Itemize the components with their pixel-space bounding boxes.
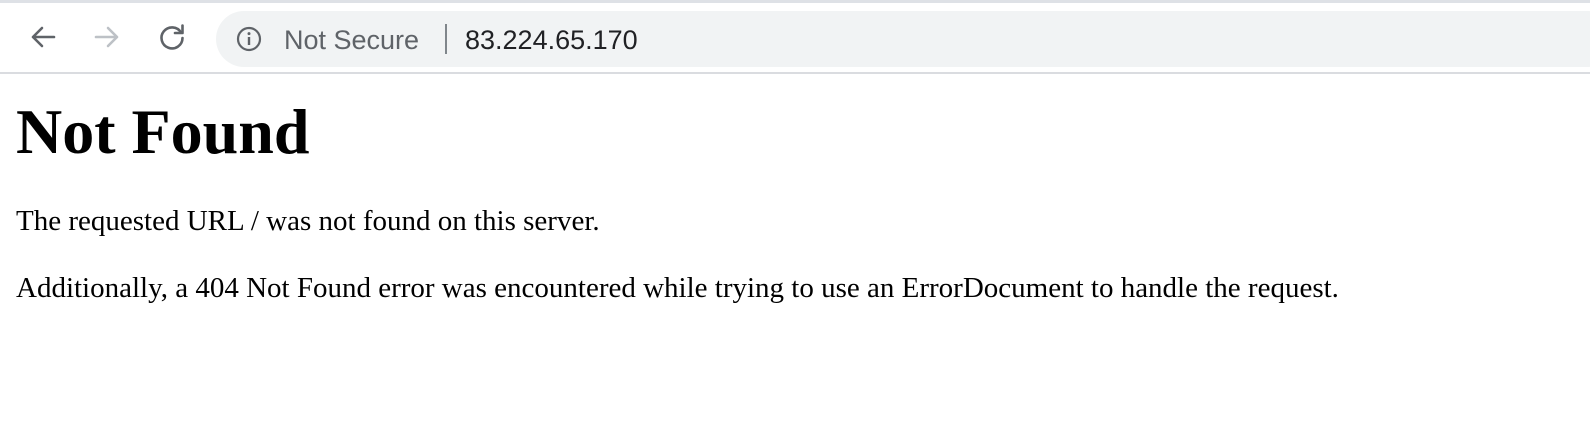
arrow-left-icon [31,26,56,48]
forward-button[interactable] [87,17,127,57]
reload-icon [160,24,184,50]
address-bar[interactable]: Not Secure 83.224.65.170 [216,11,1590,67]
omnibox-divider [445,24,447,54]
url-text[interactable]: 83.224.65.170 [465,25,638,55]
page-content: Not Found The requested URL / was not fo… [16,76,1576,304]
browser-toolbar: Not Secure 83.224.65.170 [0,3,1590,74]
info-icon[interactable] [236,26,262,52]
reload-button[interactable] [152,17,192,57]
page-title: Not Found [16,96,310,167]
error-message: The requested URL / was not found on thi… [16,205,600,237]
back-button[interactable] [23,17,63,57]
arrow-right-icon [94,26,119,48]
security-status-label[interactable]: Not Secure [284,25,419,55]
error-detail: Additionally, a 404 Not Found error was … [16,272,1339,304]
